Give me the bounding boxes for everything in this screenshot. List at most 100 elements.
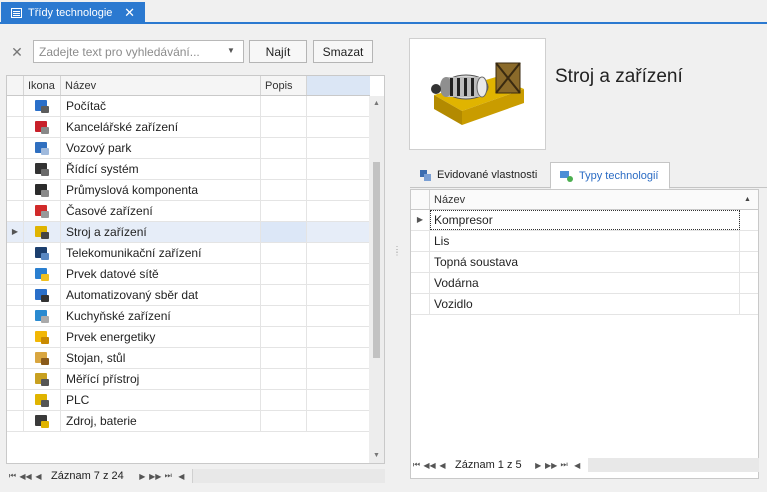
detail-title: Stroj a zařízení [555,66,683,87]
control-system-icon [24,159,61,179]
column-header-name[interactable]: Název [61,76,261,95]
first-page-icon[interactable]: ⏮ [6,471,19,481]
table-row[interactable]: Řídící systém [7,159,370,180]
next-page-fast-icon[interactable]: ▶▶ [545,461,558,470]
table-row[interactable]: ▶ Stroj a zařízení [7,222,370,243]
last-page-icon[interactable]: ⏭ [558,460,571,470]
prev-record-icon[interactable]: ◀ [32,472,45,481]
class-image [409,38,546,150]
table-row[interactable]: ▶ Kompresor [411,210,758,231]
row-indicator [7,411,24,431]
cell-name: Kompresor [430,210,740,230]
table-row[interactable]: Topná soustava [411,252,758,273]
table-row[interactable]: Kancelářské zařízení [7,117,370,138]
scroll-down-icon[interactable]: ▼ [369,448,384,463]
technology-types-grid: Název ▲ ▶ Kompresor Lis Topná soustava Vodár… [410,189,759,479]
table-row[interactable]: Stojan, stůl [7,348,370,369]
cell-name: Lis [430,231,740,251]
stapler-icon [24,117,61,137]
row-indicator [7,159,24,179]
machine-icon [24,222,61,242]
cell-name: Měřící přístroj [61,369,261,389]
cell-description [261,159,307,179]
row-filler [307,306,370,326]
table-row[interactable]: Prvek datové sítě [7,264,370,285]
lightning-icon [24,327,61,347]
cell-description [261,390,307,410]
first-page-icon[interactable]: ⏮ [410,460,423,470]
close-icon[interactable]: ✕ [124,5,135,21]
clear-button[interactable]: Smazat [313,40,373,63]
cell-description [261,348,307,368]
table-row[interactable]: Vozidlo [411,294,758,315]
document-tab[interactable]: Třídy technologie ✕ [1,2,145,24]
tab-properties[interactable]: Evidované vlastnosti [410,162,550,188]
tab-technology-types[interactable]: Typy technologií [550,162,670,189]
horizontal-scrollbar[interactable] [587,458,759,472]
grid-pager: ⏮ ◀◀ ◀ Záznam 7 z 24 ▶ ▶▶ ⏭ ◀ [6,466,385,486]
cell-name: Kuchyňské zařízení [61,306,261,326]
desk-icon [24,348,61,368]
column-header-icon[interactable]: Ikona [24,76,61,95]
cell-name: PLC [61,390,261,410]
row-filler [307,243,370,263]
horizontal-scrollbar[interactable] [191,469,385,483]
next-record-icon[interactable]: ▶ [532,461,545,470]
table-row[interactable]: Měřící přístroj [7,369,370,390]
row-indicator [7,201,24,221]
row-indicator [7,96,24,116]
prev-page-fast-icon[interactable]: ◀◀ [423,461,436,470]
classes-grid: Ikona Název Popis Počítač Kancelářské zař… [6,75,385,464]
table-row[interactable]: Průmyslová komponenta [7,180,370,201]
row-filler [307,180,370,200]
cell-description [261,180,307,200]
prev-record-icon[interactable]: ◀ [436,461,449,470]
last-page-icon[interactable]: ⏭ [162,471,175,481]
computer-icon [24,96,61,116]
prev-page-fast-icon[interactable]: ◀◀ [19,472,32,481]
measuring-icon [24,369,61,389]
search-input[interactable] [33,40,244,63]
row-indicator: ▶ [411,210,430,230]
table-row[interactable]: Zdroj, baterie [7,411,370,432]
table-row[interactable]: Vodárna [411,273,758,294]
find-button[interactable]: Najít [249,40,307,63]
document-tab-title: Třídy technologie [28,7,113,19]
row-filler [307,138,370,158]
table-row[interactable]: Automatizovaný sběr dat [7,285,370,306]
table-row[interactable]: Telekomunikační zařízení [7,243,370,264]
panel-splitter[interactable]: ⋮ ⋮ [391,26,401,492]
table-row[interactable]: Lis [411,231,758,252]
table-row[interactable]: Kuchyňské zařízení [7,306,370,327]
battery-icon [24,411,61,431]
cell-name: Prvek energetiky [61,327,261,347]
scroll-thumb[interactable] [373,162,380,358]
table-row[interactable]: Prvek energetiky [7,327,370,348]
next-page-fast-icon[interactable]: ▶▶ [149,472,162,481]
cell-description [261,222,307,242]
next-record-icon[interactable]: ▶ [136,472,149,481]
column-header-name[interactable]: Název [430,190,744,209]
scroll-up-icon[interactable]: ▲ [369,96,384,111]
table-row[interactable]: Časové zařízení [7,201,370,222]
row-filler [307,159,370,179]
document-tabstrip: Třídy technologie ✕ [0,0,767,24]
cell-description [261,243,307,263]
truck-icon [24,138,61,158]
pager-scroll-left-icon[interactable]: ◀ [571,461,584,470]
network-icon [24,264,61,284]
detail-panel: Stroj a zařízení Evidované vlastnosti Ty… [401,26,767,492]
vertical-scrollbar[interactable]: ▲ ▼ [369,96,384,463]
column-header-description[interactable]: Popis [261,76,307,95]
table-icon [11,8,22,18]
cell-name: Vozový park [61,138,261,158]
cell-description [261,327,307,347]
chevron-down-icon[interactable]: ▼ [226,46,236,56]
cell-name: Časové zařízení [61,201,261,221]
table-row[interactable]: Vozový park [7,138,370,159]
pager-scroll-left-icon[interactable]: ◀ [175,472,188,481]
table-row[interactable]: PLC [7,390,370,411]
row-indicator: ▶ [7,222,24,242]
table-row[interactable]: Počítač [7,96,370,117]
clear-search-icon[interactable]: ✕ [7,42,27,62]
